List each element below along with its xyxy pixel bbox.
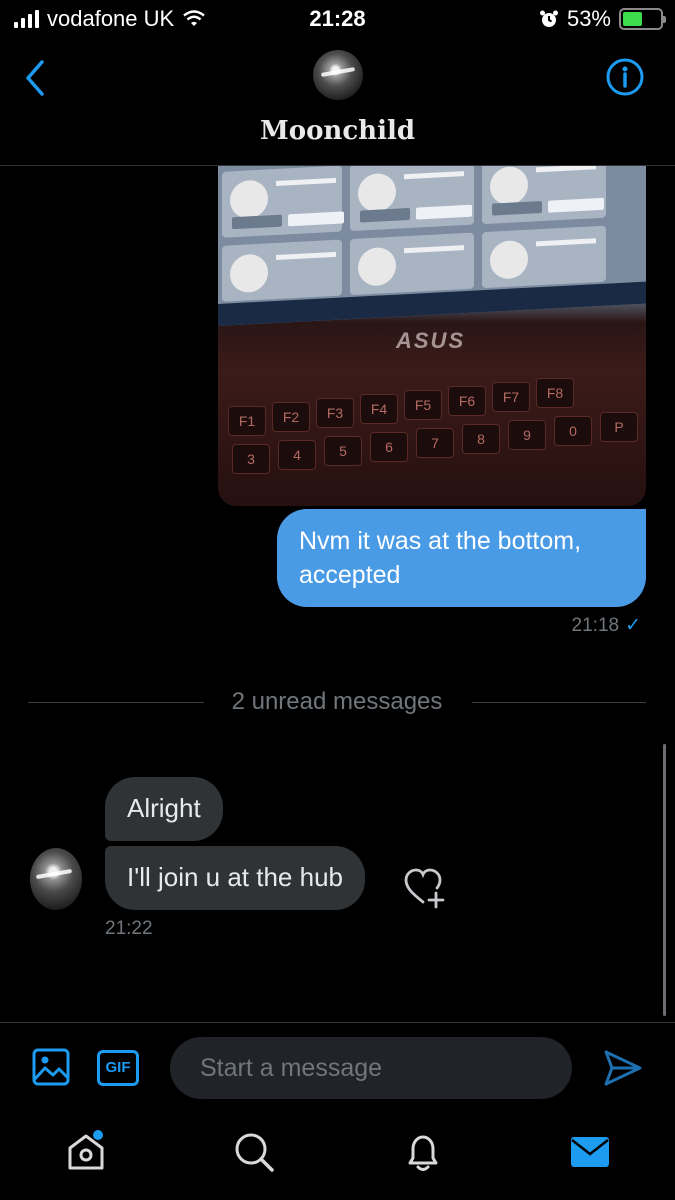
scrollbar[interactable] xyxy=(663,744,666,1016)
photo-laptop-screen xyxy=(218,166,646,326)
gif-button[interactable]: GIF xyxy=(97,1050,139,1086)
image-icon[interactable] xyxy=(31,1047,71,1087)
status-right: 53% xyxy=(539,6,666,32)
read-check-icon: ✓ xyxy=(625,615,641,636)
incoming-timestamp: 21:22 xyxy=(105,918,153,939)
bell-icon[interactable] xyxy=(401,1130,445,1174)
search-icon[interactable] xyxy=(232,1130,276,1174)
incoming-message[interactable]: I'll join u at the hub xyxy=(105,846,365,910)
contact-avatar[interactable] xyxy=(313,50,363,100)
message-composer: GIF xyxy=(0,1022,675,1112)
photo-message[interactable]: ASUS F1 F2 F3 F4 F5 F6 F7 F8 3 4 5 6 7 8… xyxy=(218,166,646,506)
mail-icon[interactable] xyxy=(568,1130,612,1174)
battery-percent: 53% xyxy=(566,6,611,31)
incoming-message[interactable]: Alright xyxy=(105,777,223,841)
unread-divider: 2 unread messages xyxy=(28,684,646,720)
battery-icon xyxy=(619,8,666,30)
bottom-tab-bar xyxy=(0,1112,675,1200)
message-input[interactable] xyxy=(170,1037,572,1099)
status-bar: vodafone UK 21:28 53% xyxy=(0,0,675,40)
send-icon[interactable] xyxy=(603,1049,643,1087)
sender-avatar[interactable] xyxy=(30,848,82,910)
react-heart-icon[interactable] xyxy=(403,866,447,910)
photo-keyboard: F1 F2 F3 F4 F5 F6 F7 F8 3 4 5 6 7 8 9 0 … xyxy=(218,378,646,506)
alarm-icon xyxy=(539,10,558,27)
photo-brand-logo: ASUS xyxy=(396,328,466,353)
outgoing-message[interactable]: Nvm it was at the bottom, accepted xyxy=(277,509,646,607)
outgoing-timestamp: 21:18 xyxy=(571,614,620,636)
home-notification-dot xyxy=(93,1130,103,1140)
contact-name[interactable]: Moonchild xyxy=(0,116,675,146)
back-button[interactable] xyxy=(20,58,52,98)
info-button[interactable] xyxy=(605,57,645,97)
conversation-header: Moonchild xyxy=(0,40,675,166)
outgoing-message-meta: 21:18 ✓ xyxy=(572,614,641,637)
